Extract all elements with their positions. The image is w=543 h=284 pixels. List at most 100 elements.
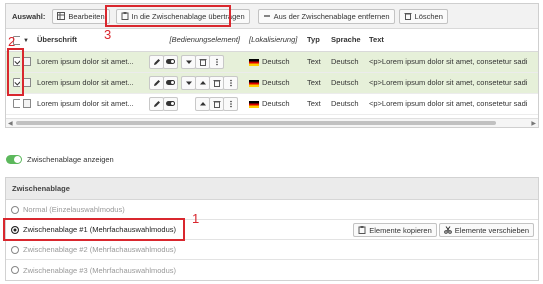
row-type: Text [304, 93, 328, 115]
row-type: Text [304, 72, 328, 94]
radio-button[interactable] [11, 245, 19, 254]
more-options-button[interactable] [223, 96, 238, 111]
table-row[interactable]: Lorem ipsum dolor sit amet... Deutsch Te… [6, 93, 538, 115]
row-type: Text [304, 51, 328, 73]
select-dropdown-icon[interactable]: ▼ [23, 38, 29, 44]
pencil-icon [153, 58, 160, 65]
selection-toolbar: Auswahl: Bearbeiten In die Zwischenablag… [6, 4, 538, 29]
edit-button[interactable]: Bearbeiten [52, 8, 110, 24]
table-header-row: ▼ Überschrift [Bedienungselement] [Lokal… [6, 29, 538, 52]
pencil-icon [153, 100, 160, 107]
trash-icon [213, 100, 220, 108]
delete-button[interactable]: Löschen [398, 8, 448, 24]
remove-from-clipboard-button[interactable]: Aus der Zwischenablage entfernen [257, 8, 395, 24]
kebab-icon [229, 100, 232, 107]
edit-pencil-button[interactable] [149, 75, 164, 90]
row-localization: Deutsch [246, 72, 304, 94]
delete-row-button[interactable] [209, 75, 224, 90]
clipboard-icon [358, 226, 366, 234]
trash-icon [404, 13, 412, 20]
clipboard-option-label[interactable]: Normal (Einzelauswahlmodus) [23, 205, 125, 214]
table-row[interactable]: Lorem ipsum dolor sit amet... Deutsch Te… [6, 51, 538, 73]
row-title[interactable]: Lorem ipsum dolor sit amet... [34, 72, 146, 94]
visibility-toggle-button[interactable] [163, 54, 178, 69]
clipboard-option[interactable]: Zwischenablage #3 (Mehrfachauswahlmodus) [6, 260, 538, 280]
column-header-language[interactable]: Sprache [328, 29, 366, 52]
row-language: Deutsch [328, 72, 366, 94]
scroll-left-icon[interactable]: ◀ [8, 120, 13, 127]
clipboard-option[interactable]: Normal (Einzelauswahlmodus) [6, 200, 538, 220]
column-header-type[interactable]: Typ [304, 29, 328, 52]
german-flag-icon [249, 79, 259, 87]
delete-row-button[interactable] [195, 54, 210, 69]
row-text: <p>Lorem ipsum dolor sit amet, consetetu… [366, 51, 538, 73]
clipboard-actions: Elemente kopieren Elemente verschieben [353, 223, 534, 237]
row-language: Deutsch [328, 93, 366, 115]
row-text: <p>Lorem ipsum dolor sit amet, consetetu… [366, 72, 538, 94]
german-flag-icon [249, 58, 259, 66]
row-localization-label: Deutsch [262, 78, 290, 87]
radio-button[interactable] [11, 266, 19, 274]
clipboard-toggle-switch[interactable] [6, 155, 22, 164]
annotation-1: 1 [192, 211, 200, 226]
move-elements-button[interactable]: Elemente verschieben [438, 223, 534, 237]
edit-grid-icon [57, 12, 66, 20]
visibility-toggle-button[interactable] [163, 75, 178, 90]
clipboard-option-label[interactable]: Zwischenablage #3 (Mehrfachauswahlmodus) [23, 266, 176, 275]
column-header-localization: [Lokalisierung] [246, 29, 304, 52]
clipboard-option-label[interactable]: Zwischenablage #2 (Mehrfachauswahlmodus) [23, 245, 176, 254]
column-header-title[interactable]: Überschrift [34, 29, 146, 52]
edit-button-label: Bearbeiten [68, 11, 105, 21]
clipboard-option[interactable]: Zwischenablage #1 (Mehrfachauswahlmodus)… [6, 220, 538, 240]
arrow-down-icon [185, 60, 192, 64]
german-flag-icon [249, 100, 259, 108]
copy-elements-button[interactable]: Elemente kopieren [353, 223, 437, 237]
move-down-button[interactable] [181, 75, 196, 90]
toggle-icon [166, 59, 175, 64]
row-controls [146, 51, 246, 73]
pencil-icon [153, 79, 160, 86]
row-checkbox[interactable] [13, 99, 20, 109]
clipboard-header: Zwischenablage [6, 178, 538, 200]
record-list-panel: Auswahl: Bearbeiten In die Zwischenablag… [5, 3, 539, 128]
delete-row-button[interactable] [209, 96, 224, 111]
radio-button[interactable] [11, 205, 19, 214]
clipboard-toggle-label[interactable]: Zwischenablage anzeigen [27, 155, 114, 164]
horizontal-scrollbar[interactable]: ◀ ▶ [6, 118, 538, 127]
visibility-toggle-button[interactable] [163, 96, 178, 111]
copy-to-clipboard-button[interactable]: In die Zwischenablage übertragen [115, 8, 250, 24]
column-header-text[interactable]: Text [366, 29, 538, 52]
scroll-right-icon[interactable]: ▶ [531, 120, 536, 127]
row-title[interactable]: Lorem ipsum dolor sit amet... [34, 93, 146, 115]
kebab-icon [229, 79, 232, 86]
clipboard-option[interactable]: Zwischenablage #2 (Mehrfachauswahlmodus) [6, 240, 538, 260]
move-down-button[interactable] [181, 54, 196, 69]
more-options-button[interactable] [223, 75, 238, 90]
row-checkbox[interactable] [13, 57, 20, 67]
content-element-icon [23, 99, 31, 109]
row-localization: Deutsch [246, 51, 304, 73]
clipboard-option-label[interactable]: Zwischenablage #1 (Mehrfachauswahlmodus) [23, 225, 176, 234]
move-up-button[interactable] [195, 75, 210, 90]
move-elements-label: Elemente verschieben [454, 225, 529, 235]
table-row[interactable]: Lorem ipsum dolor sit amet... Deutsch Te… [6, 72, 538, 94]
edit-pencil-button[interactable] [149, 96, 164, 111]
column-header-control: [Bedienungselement] [146, 29, 246, 52]
kebab-icon [215, 58, 218, 65]
annotation-2: 2 [8, 34, 16, 49]
scrollbar-thumb[interactable] [16, 121, 496, 125]
move-up-button[interactable] [195, 96, 210, 111]
annotation-3: 3 [104, 27, 112, 42]
row-title[interactable]: Lorem ipsum dolor sit amet... [34, 51, 146, 73]
scissors-icon [443, 226, 452, 234]
copy-to-clipboard-label: In die Zwischenablage übertragen [131, 11, 245, 21]
row-localization-label: Deutsch [262, 57, 290, 66]
arrow-up-icon [199, 101, 206, 105]
records-table: ▼ Überschrift [Bedienungselement] [Lokal… [6, 29, 538, 115]
radio-button[interactable] [11, 225, 19, 234]
edit-pencil-button[interactable] [149, 54, 164, 69]
row-checkbox[interactable] [13, 78, 20, 88]
more-options-button[interactable] [209, 54, 224, 69]
delete-button-label: Löschen [414, 11, 443, 21]
content-element-icon [23, 78, 31, 88]
